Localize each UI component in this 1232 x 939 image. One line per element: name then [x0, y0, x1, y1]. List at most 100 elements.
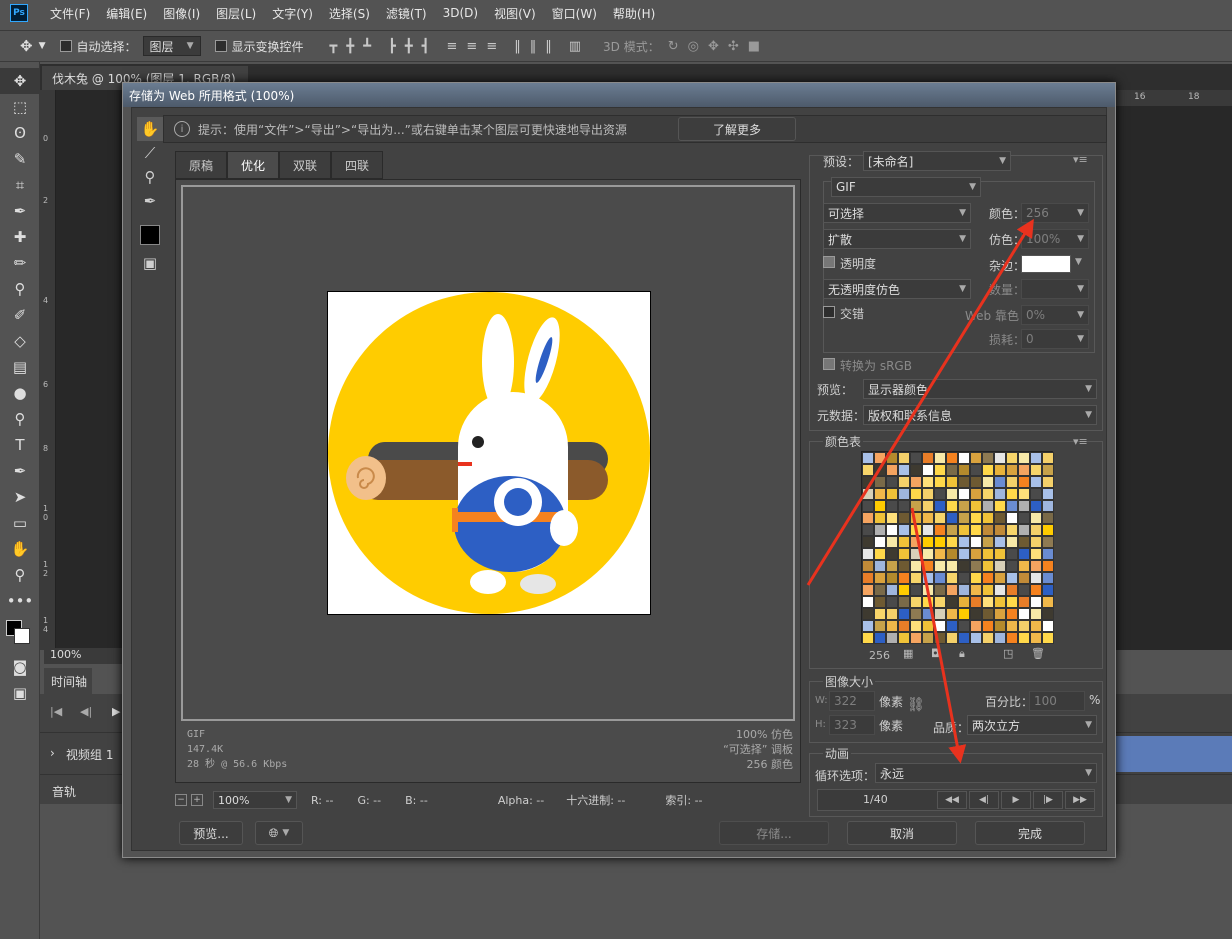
color-swatch[interactable] [994, 572, 1006, 584]
eraser-tool-icon[interactable]: ◇ [0, 328, 40, 354]
color-swatch[interactable] [1006, 452, 1018, 464]
color-swatch[interactable] [970, 512, 982, 524]
color-swatch[interactable] [862, 524, 874, 536]
color-swatch[interactable] [934, 452, 946, 464]
color-swatch[interactable] [862, 476, 874, 488]
color-swatch[interactable] [1030, 584, 1042, 596]
distribute-vcenter-icon[interactable]: ≡ [466, 39, 477, 54]
align-right-icon[interactable]: ┫ [422, 39, 430, 54]
color-swatch[interactable] [910, 572, 922, 584]
type-tool-icon[interactable]: T [0, 432, 40, 458]
width-input[interactable]: 322 [829, 691, 875, 711]
color-swatch[interactable] [982, 464, 994, 476]
color-swatch[interactable] [958, 584, 970, 596]
preview-button[interactable]: 预览... [179, 821, 243, 845]
web-shift-icon[interactable]: ◘ [931, 647, 940, 660]
color-swatch[interactable] [994, 500, 1006, 512]
color-swatch[interactable] [994, 608, 1006, 620]
color-swatch[interactable] [982, 548, 994, 560]
color-swatch[interactable] [1030, 620, 1042, 632]
hand-tool-icon[interactable]: ✋ [0, 536, 40, 562]
color-swatch[interactable] [1030, 608, 1042, 620]
color-swatch[interactable] [922, 464, 934, 476]
color-swatch[interactable] [1042, 524, 1054, 536]
color-swatch[interactable] [1042, 500, 1054, 512]
color-swatch[interactable] [862, 596, 874, 608]
distribute-hcenter-icon[interactable]: ‖ [530, 39, 537, 54]
tab-optimized[interactable]: 优化 [227, 151, 279, 179]
color-swatch[interactable] [886, 620, 898, 632]
move-tool-icon[interactable]: ✥ [0, 68, 40, 94]
color-swatch[interactable] [898, 608, 910, 620]
color-swatch[interactable] [886, 632, 898, 644]
color-swatch[interactable] [1030, 572, 1042, 584]
zoom-level[interactable]: 100% [44, 648, 124, 664]
web-snap-input[interactable]: 0% ▼ [1021, 305, 1089, 325]
color-swatch[interactable] [898, 524, 910, 536]
color-swatch[interactable] [1030, 476, 1042, 488]
color-swatch[interactable] [1030, 596, 1042, 608]
color-swatch[interactable] [874, 608, 886, 620]
color-swatch[interactable] [922, 560, 934, 572]
metadata-dropdown[interactable]: 版权和联系信息 ▼ [863, 405, 1097, 425]
matte-dither-dropdown[interactable]: 无透明度仿色 ▼ [823, 279, 971, 299]
color-swatch[interactable] [946, 620, 958, 632]
color-swatch[interactable] [922, 572, 934, 584]
distribute-right-icon[interactable]: ‖ [545, 39, 552, 54]
menu-view[interactable]: 视图(V) [486, 5, 544, 22]
history-brush-tool-icon[interactable]: ✐ [0, 302, 40, 328]
color-swatch[interactable] [886, 500, 898, 512]
pen-tool-icon[interactable]: ✒ [0, 458, 40, 484]
color-swatch[interactable] [982, 536, 994, 548]
color-swatch[interactable] [994, 476, 1006, 488]
menu-image[interactable]: 图像(I) [155, 5, 208, 22]
more-tools-icon[interactable]: ••• [0, 588, 40, 614]
healing-tool-icon[interactable]: ✚ [0, 224, 40, 250]
color-swatch[interactable] [1018, 452, 1030, 464]
color-swatch[interactable] [970, 500, 982, 512]
color-swatch[interactable] [946, 512, 958, 524]
color-swatch[interactable] [874, 572, 886, 584]
color-swatch[interactable] [874, 596, 886, 608]
color-swatch[interactable] [922, 524, 934, 536]
amount-input[interactable]: ▼ [1021, 279, 1089, 299]
color-swatch[interactable] [994, 548, 1006, 560]
color-swatch[interactable] [1042, 632, 1054, 644]
color-swatch[interactable] [1006, 620, 1018, 632]
color-swatch[interactable] [1030, 632, 1042, 644]
color-swatch[interactable] [898, 536, 910, 548]
color-swatch[interactable] [862, 572, 874, 584]
color-swatch[interactable] [970, 572, 982, 584]
quick-select-tool-icon[interactable]: ✎ [0, 146, 40, 172]
color-swatch[interactable] [1018, 632, 1030, 644]
color-swatch[interactable] [1018, 584, 1030, 596]
color-swatch[interactable] [874, 584, 886, 596]
new-color-icon[interactable]: ◳ [1003, 647, 1013, 660]
color-swatch[interactable] [886, 584, 898, 596]
color-swatch[interactable] [934, 464, 946, 476]
color-swatch[interactable] [934, 632, 946, 644]
color-swatch[interactable] [886, 560, 898, 572]
color-swatch[interactable] [970, 488, 982, 500]
color-swatch[interactable] [946, 488, 958, 500]
matte-dropdown-icon[interactable]: ▼ [1075, 257, 1082, 267]
color-table-menu-icon[interactable]: ▾≡ [1073, 435, 1088, 448]
color-swatch[interactable] [886, 488, 898, 500]
color-swatch[interactable] [898, 596, 910, 608]
color-swatch[interactable] [922, 512, 934, 524]
align-vcenter-icon[interactable]: ╋ [346, 39, 354, 54]
menu-file[interactable]: 文件(F) [42, 5, 98, 22]
color-swatch[interactable] [1018, 500, 1030, 512]
color-swatch[interactable] [994, 524, 1006, 536]
last-frame-icon[interactable]: ▶▶ [1065, 791, 1095, 809]
panel-menu-icon[interactable]: ▾≡ [1073, 153, 1088, 166]
color-swatch[interactable] [958, 560, 970, 572]
color-swatch[interactable] [970, 452, 982, 464]
color-swatch[interactable] [1006, 584, 1018, 596]
color-swatch[interactable] [970, 584, 982, 596]
lossy-input[interactable]: 0 ▼ [1021, 329, 1089, 349]
lasso-tool-icon[interactable]: ʘ [0, 120, 40, 146]
color-swatch[interactable] [970, 560, 982, 572]
crop-tool-icon[interactable]: ⌗ [0, 172, 40, 198]
color-swatch[interactable] [1030, 512, 1042, 524]
